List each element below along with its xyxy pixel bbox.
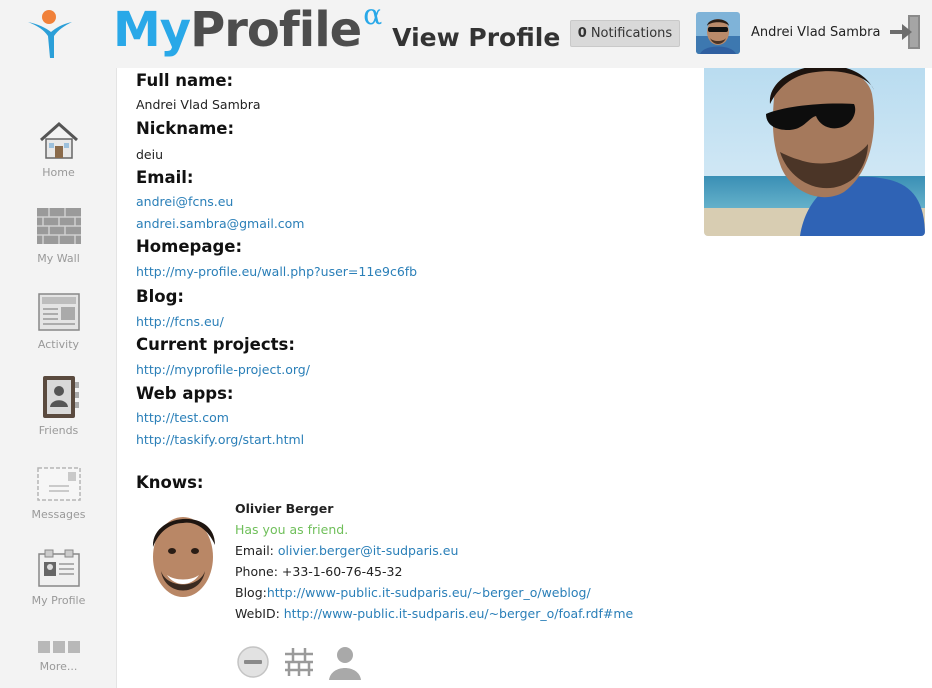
profile-photo [704,68,925,236]
top-bar: My Profile α View Profile 0 Notifications A… [0,0,932,68]
envelope-icon [36,467,81,501]
sidebar-item-activity[interactable]: Activity [0,290,117,351]
brick-wall-icon [36,208,81,244]
sidebar-item-label: More... [39,660,78,673]
notifications-count: 0 [577,26,587,41]
blog-link[interactable]: http://fcns.eu/ [136,314,224,329]
notifications-label: Notifications [590,26,673,41]
full-name-value: Andrei Vlad Sambra [136,97,261,112]
friend-blog-label: Blog: [235,585,267,600]
homepage-link[interactable]: http://my-profile.eu/wall.php?user=11e9c… [136,264,417,279]
email-link[interactable]: andrei@fcns.eu [136,194,233,209]
email-label: Email: [136,168,194,187]
sidebar-item-label: My Profile [31,594,86,607]
nickname-value: deiu [136,147,164,162]
notifications-button[interactable]: 0 Notifications [570,20,680,47]
sidebar-item-home[interactable]: Home [0,118,117,179]
sidebar-item-label: My Wall [37,252,80,265]
sidebar-item-label: Messages [31,508,86,521]
sidebar-item-label: Home [42,166,75,179]
more-icon [37,641,80,653]
friend-status: Has you as friend. [235,522,349,537]
blog-label: Blog: [136,287,184,306]
friend-phone-value: +33-1-60-76-45-32 [281,564,403,579]
page-title: View Profile [392,23,561,52]
person-icon[interactable] [327,644,363,680]
newspaper-icon [37,293,80,331]
sidebar-item-more[interactable]: More... [0,638,117,673]
homepage-label: Homepage: [136,237,243,256]
sidebar-item-friends[interactable]: Friends [0,374,117,437]
brand-alpha: α [363,0,383,31]
friend-phone-row: Phone: +33-1-60-76-45-32 [235,564,402,579]
sidebar-item-my-profile[interactable]: My Profile [0,548,117,607]
projects-link[interactable]: http://myprofile-project.org/ [136,362,310,377]
friend-email-row: Email: olivier.berger@it-sudparis.eu [235,543,458,558]
email-link[interactable]: andrei.sambra@gmail.com [136,216,305,231]
id-card-icon [37,549,80,587]
nickname-label: Nickname: [136,119,235,138]
knows-label: Knows: [136,473,204,492]
friend-webid-link[interactable]: http://www-public.it-sudparis.eu/~berger… [284,606,634,621]
sidebar-item-label: Friends [38,424,79,437]
sidebar-item-messages[interactable]: Messages [0,464,117,521]
remove-friend-icon[interactable] [235,644,271,680]
brand-title: My Profile α View Profile [113,0,561,64]
logo-icon[interactable] [26,8,74,60]
address-book-icon [42,376,79,418]
webapps-label: Web apps: [136,384,234,403]
friend-webid-label: WebID: [235,606,284,621]
brand-my: My [113,2,191,58]
webapp-link[interactable]: http://taskify.org/start.html [136,432,304,447]
sidebar-item-my-wall[interactable]: My Wall [0,204,117,265]
friend-webid-row: WebID: http://www-public.it-sudparis.eu/… [235,606,633,621]
user-name[interactable]: Andrei Vlad Sambra [751,25,881,40]
user-avatar[interactable] [696,12,740,54]
friend-blog-row: Blog:http://www-public.it-sudparis.eu/~b… [235,585,591,600]
webapp-link[interactable]: http://test.com [136,410,229,425]
wall-icon[interactable] [281,644,317,680]
sidebar: Home My Wall Activity Friends Messages M… [0,68,117,688]
sidebar-item-label: Activity [37,338,80,351]
friend-phone-label: Phone: [235,564,282,579]
house-icon [39,121,78,159]
logout-icon[interactable] [886,11,928,53]
friend-blog-link[interactable]: http://www-public.it-sudparis.eu/~berger… [267,585,591,600]
friend-email-label: Email: [235,543,278,558]
friend-name[interactable]: Olivier Berger [235,501,333,516]
friend-email-link[interactable]: olivier.berger@it-sudparis.eu [278,543,459,558]
projects-label: Current projects: [136,335,295,354]
profile-content: Full name: Andrei Vlad Sambra Nickname: … [117,68,932,688]
full-name-label: Full name: [136,71,234,90]
friend-avatar[interactable] [145,501,221,605]
brand-profile: Profile [190,2,362,58]
